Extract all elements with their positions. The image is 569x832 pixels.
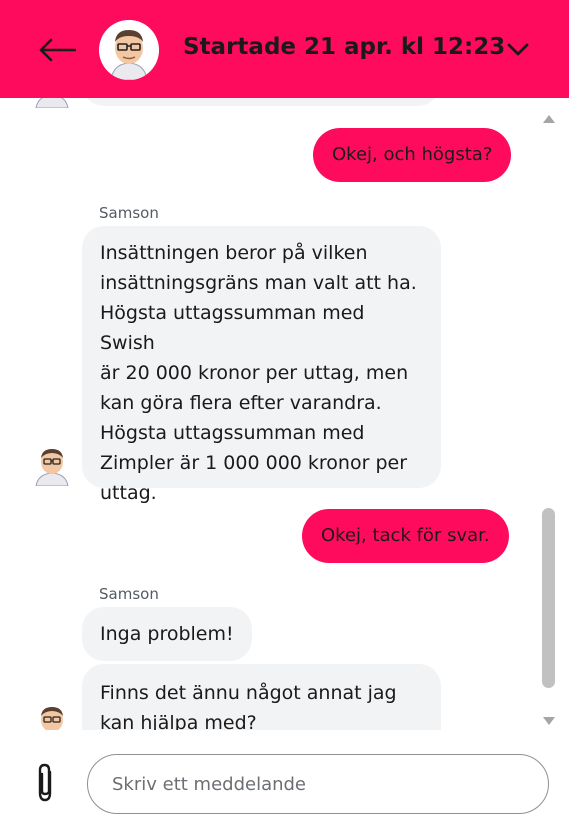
message-bubble-agent: Inga problem! bbox=[82, 607, 252, 661]
message-line: Zimpler är 1 000 000 kronor per bbox=[100, 452, 408, 474]
message-line: kan göra flera efter varandra. bbox=[100, 392, 382, 414]
chevron-down-icon bbox=[507, 43, 529, 56]
message-bubble-agent: Finns det ännu något annat jag kan hjälp… bbox=[82, 664, 441, 730]
chat-title: Startade 21 apr. kl 12:23 bbox=[183, 34, 506, 60]
triangle-down-icon bbox=[543, 717, 555, 725]
message-bubble-agent bbox=[82, 98, 440, 106]
message-line: kan hjälpa med? bbox=[100, 712, 257, 730]
chat-window: Startade 21 apr. kl 12:23 Okej, och högs… bbox=[0, 0, 569, 832]
agent-portrait-icon bbox=[30, 442, 74, 486]
triangle-up-icon bbox=[543, 115, 555, 123]
scroll-down-button[interactable] bbox=[542, 712, 556, 725]
message-text: Okej, tack för svar. bbox=[321, 525, 490, 546]
agent-portrait-icon bbox=[99, 20, 159, 80]
agent-avatar bbox=[30, 700, 74, 730]
agent-portrait-icon bbox=[30, 700, 74, 730]
scroll-up-button[interactable] bbox=[542, 110, 556, 123]
chat-header: Startade 21 apr. kl 12:23 bbox=[0, 0, 569, 98]
message-line: uttag. bbox=[100, 482, 157, 504]
composer bbox=[0, 730, 569, 832]
message-line: Högsta uttagssumman med bbox=[100, 422, 365, 444]
message-text: Inga problem! bbox=[100, 623, 234, 645]
scrollbar-thumb[interactable] bbox=[542, 508, 555, 688]
message-text: Okej, och högsta? bbox=[332, 144, 493, 165]
agent-portrait-icon bbox=[35, 98, 69, 108]
message-line: är 20 000 kronor per uttag, men bbox=[100, 362, 409, 384]
back-button[interactable] bbox=[30, 28, 84, 72]
agent-avatar bbox=[99, 20, 159, 80]
paperclip-icon bbox=[38, 763, 52, 802]
agent-avatar bbox=[30, 98, 74, 108]
message-line: Insättningen beror på vilken bbox=[100, 242, 368, 264]
message-bubble-agent: Insättningen beror på vilken insättnings… bbox=[82, 226, 441, 504]
sender-name: Samson bbox=[99, 585, 159, 603]
arrow-left-icon bbox=[39, 38, 76, 62]
message-input[interactable] bbox=[87, 754, 549, 814]
expand-button[interactable] bbox=[500, 32, 536, 68]
message-line: Finns det ännu något annat jag bbox=[100, 682, 397, 704]
sender-name: Samson bbox=[99, 204, 159, 222]
message-line: insättningsgräns man valt att ha. bbox=[100, 272, 417, 294]
message-bubble-user[interactable]: Okej, och högsta? bbox=[313, 128, 512, 182]
agent-avatar bbox=[30, 442, 74, 486]
message-line: Högsta uttagssumman med Swish bbox=[100, 302, 365, 354]
message-list[interactable]: Okej, och högsta? Samson Insättningen be… bbox=[0, 98, 535, 730]
message-bubble-user[interactable]: Okej, tack för svar. bbox=[302, 509, 509, 563]
attach-button[interactable] bbox=[30, 760, 60, 806]
